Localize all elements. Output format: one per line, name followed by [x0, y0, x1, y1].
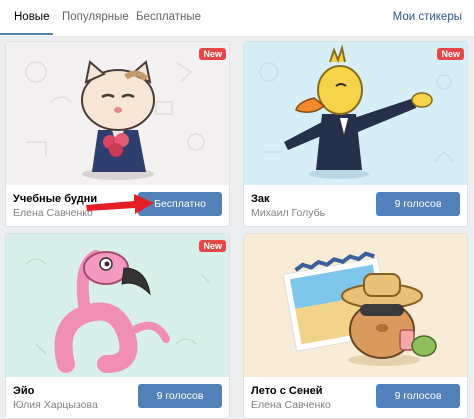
- red-arrow-icon: [86, 194, 154, 214]
- tab-popular[interactable]: Популярные: [62, 11, 129, 23]
- sticker-card-eyo[interactable]: New Эйо Юлия Харцызова 9 голосов: [5, 233, 230, 419]
- sticker-pack-author[interactable]: Елена Савченко: [251, 399, 331, 411]
- tab-new[interactable]: Новые: [14, 11, 49, 23]
- sticker-pack-author[interactable]: Юлия Харцызова: [13, 399, 98, 411]
- sticker-pack-name[interactable]: Зак: [251, 193, 270, 205]
- new-badge: New: [199, 240, 226, 252]
- tab-free[interactable]: Бесплатные: [136, 11, 201, 23]
- pink-flamingo-sticker: [6, 234, 229, 377]
- votes-button[interactable]: 9 голосов: [376, 384, 460, 408]
- new-badge: New: [437, 48, 464, 60]
- sticker-pack-name[interactable]: Лето с Сеней: [251, 385, 322, 397]
- tab-bar: Новые Популярные Бесплатные Мои стикеры: [0, 0, 474, 37]
- sticker-card-zak[interactable]: New Зак Михаил Голубь 9 голосов: [243, 41, 468, 227]
- new-badge: New: [199, 48, 226, 60]
- sticker-pack-author[interactable]: Елена Савченко: [13, 207, 93, 219]
- sticker-pack-name[interactable]: Эйо: [13, 385, 34, 397]
- hamster-on-beach-sticker: [244, 234, 467, 377]
- votes-button[interactable]: 9 голосов: [376, 192, 460, 216]
- sticker-pack-author[interactable]: Михаил Голубь: [251, 207, 325, 219]
- my-stickers-link[interactable]: Мои стикеры: [393, 11, 462, 23]
- cat-in-jacket-sticker: [6, 42, 229, 185]
- active-tab-indicator: [0, 33, 53, 35]
- sticker-card-leto-s-senei[interactable]: Лето с Сеней Елена Савченко 9 голосов: [243, 233, 468, 419]
- duck-in-suit-sticker: [244, 42, 467, 185]
- votes-button[interactable]: 9 голосов: [138, 384, 222, 408]
